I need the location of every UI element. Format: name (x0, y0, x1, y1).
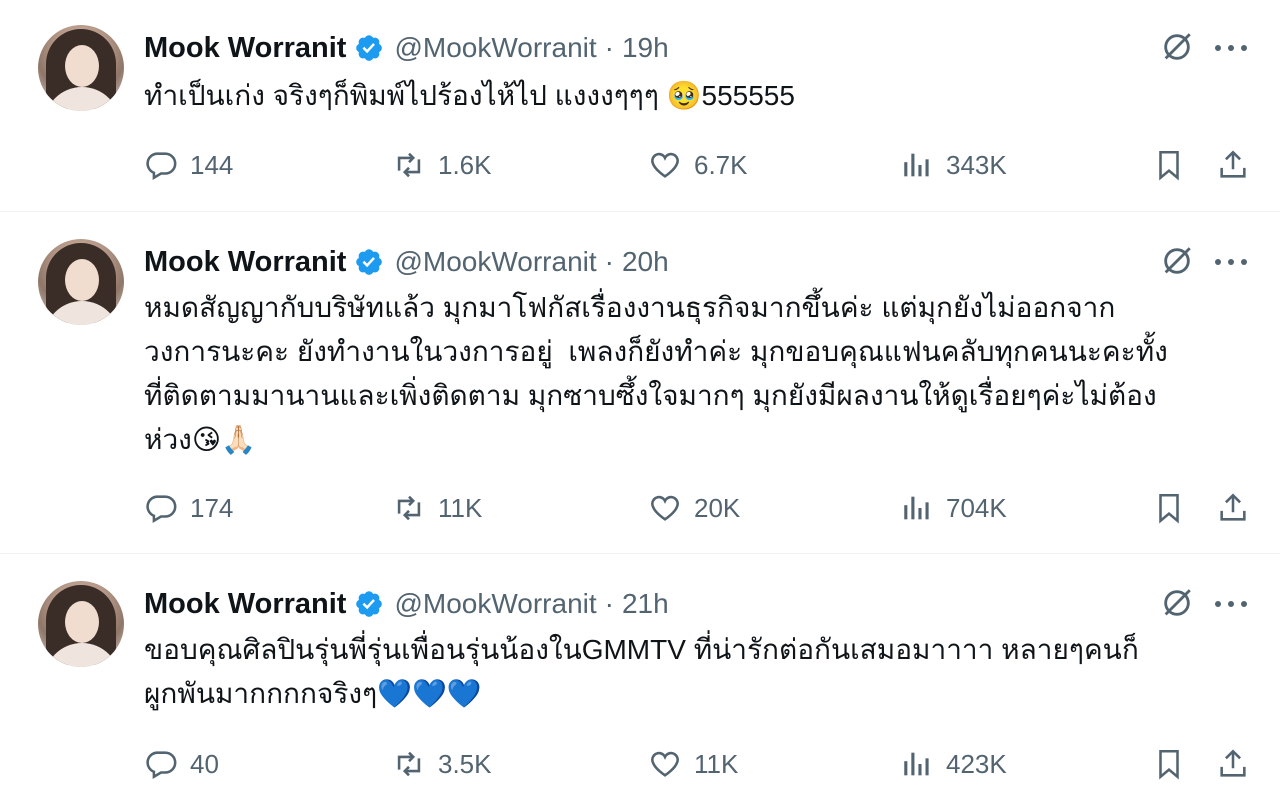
separator: · (604, 32, 614, 63)
reply-icon (146, 495, 177, 524)
share-button[interactable] (1216, 488, 1262, 528)
tweet-actions: 174 11K 20K 704K (144, 488, 1254, 528)
tweet-header: Mook Worranit @MookWorranit · 20h (144, 242, 669, 282)
reply-count: 174 (190, 492, 234, 523)
tweet-actions: 40 3.5K 11K 423K (144, 744, 1254, 784)
tweet-header: Mook Worranit @MookWorranit · 21h (144, 584, 669, 624)
repost-count: 1.6K (438, 149, 492, 180)
heart-icon (651, 495, 679, 521)
like-button[interactable]: 11K (648, 744, 738, 784)
view-count: 704K (946, 492, 1007, 523)
more-icon[interactable] (1214, 44, 1248, 52)
timeline-feed: Mook Worranit @MookWorranit · 19h ทำเป็น… (0, 0, 1280, 800)
repost-count: 3.5K (438, 748, 492, 779)
reply-button[interactable]: 144 (144, 145, 233, 185)
bookmark-button[interactable] (1152, 488, 1198, 528)
views-button[interactable]: 343K (900, 145, 1007, 185)
author-handle[interactable]: @MookWorranit (394, 246, 596, 278)
view-count: 343K (946, 149, 1007, 180)
reply-count: 40 (190, 748, 219, 779)
timestamp[interactable]: 19h (622, 32, 669, 64)
tweet-header: Mook Worranit @MookWorranit · 19h (144, 28, 669, 68)
timestamp[interactable]: 20h (622, 246, 669, 278)
reply-icon (146, 751, 177, 780)
author-name[interactable]: Mook Worranit (144, 32, 346, 65)
more-icon[interactable] (1214, 600, 1248, 608)
view-count: 423K (946, 748, 1007, 779)
repost-icon (397, 751, 421, 777)
verified-badge-icon (356, 591, 383, 617)
avatar[interactable] (38, 25, 124, 111)
tweet[interactable]: Mook Worranit @MookWorranit · 20h หมดสัญ… (0, 214, 1280, 554)
tweet-text: ทำเป็นเก่ง จริงๆก็พิมพ์ไปร้องไห้ไป แงงงๆ… (144, 80, 795, 111)
reply-button[interactable]: 174 (144, 488, 233, 528)
views-button[interactable]: 423K (900, 744, 1007, 784)
repost-count: 11K (438, 492, 483, 523)
share-icon (1220, 749, 1246, 777)
repost-button[interactable]: 11K (392, 488, 482, 528)
share-icon (1220, 150, 1246, 178)
like-count: 20K (694, 492, 741, 523)
author-name[interactable]: Mook Worranit (144, 246, 346, 279)
timestamp[interactable]: 21h (622, 588, 669, 620)
tweet-actions: 144 1.6K 6.7K 343K (144, 145, 1254, 185)
share-button[interactable] (1216, 145, 1262, 185)
repost-icon (397, 152, 421, 178)
repost-button[interactable]: 1.6K (392, 145, 492, 185)
grok-icon[interactable] (1160, 30, 1194, 64)
views-icon (904, 496, 929, 520)
verified-badge-icon (356, 249, 383, 275)
avatar[interactable] (38, 581, 124, 667)
grok-icon[interactable] (1160, 586, 1194, 620)
bookmark-button[interactable] (1152, 145, 1198, 185)
tweet[interactable]: Mook Worranit @MookWorranit · 21h ขอบคุณ… (0, 556, 1280, 800)
reply-button[interactable]: 40 (144, 744, 219, 784)
separator: · (604, 246, 614, 277)
heart-icon (651, 152, 679, 178)
more-icon[interactable] (1214, 258, 1248, 266)
tweet[interactable]: Mook Worranit @MookWorranit · 19h ทำเป็น… (0, 0, 1280, 212)
like-button[interactable]: 20K (648, 488, 740, 528)
bookmark-button[interactable] (1152, 744, 1198, 784)
reply-icon (146, 152, 177, 181)
bookmark-icon (1159, 749, 1179, 780)
bookmark-icon (1159, 150, 1179, 181)
author-name[interactable]: Mook Worranit (144, 588, 346, 621)
like-button[interactable]: 6.7K (648, 145, 748, 185)
like-count: 11K (694, 748, 739, 779)
share-button[interactable] (1216, 744, 1262, 784)
avatar[interactable] (38, 239, 124, 325)
heart-icon (651, 751, 679, 777)
repost-icon (397, 495, 421, 521)
tweet-text: ขอบคุณศิลปินรุ่นพี่รุ่นเพื่อนรุ่นน้องในG… (144, 634, 1139, 709)
views-button[interactable]: 704K (900, 488, 1007, 528)
author-handle[interactable]: @MookWorranit (394, 588, 596, 620)
separator: · (604, 588, 614, 619)
views-icon (904, 752, 929, 776)
grok-icon[interactable] (1160, 244, 1194, 278)
views-icon (904, 153, 929, 177)
verified-badge-icon (356, 35, 383, 61)
bookmark-icon (1159, 493, 1179, 524)
share-icon (1220, 493, 1246, 521)
repost-button[interactable]: 3.5K (392, 744, 492, 784)
reply-count: 144 (190, 149, 234, 180)
like-count: 6.7K (694, 149, 748, 180)
author-handle[interactable]: @MookWorranit (394, 32, 596, 64)
tweet-text: หมดสัญญากับบริษัทแล้ว มุกมาโฟกัสเรื่องงา… (144, 292, 1168, 455)
